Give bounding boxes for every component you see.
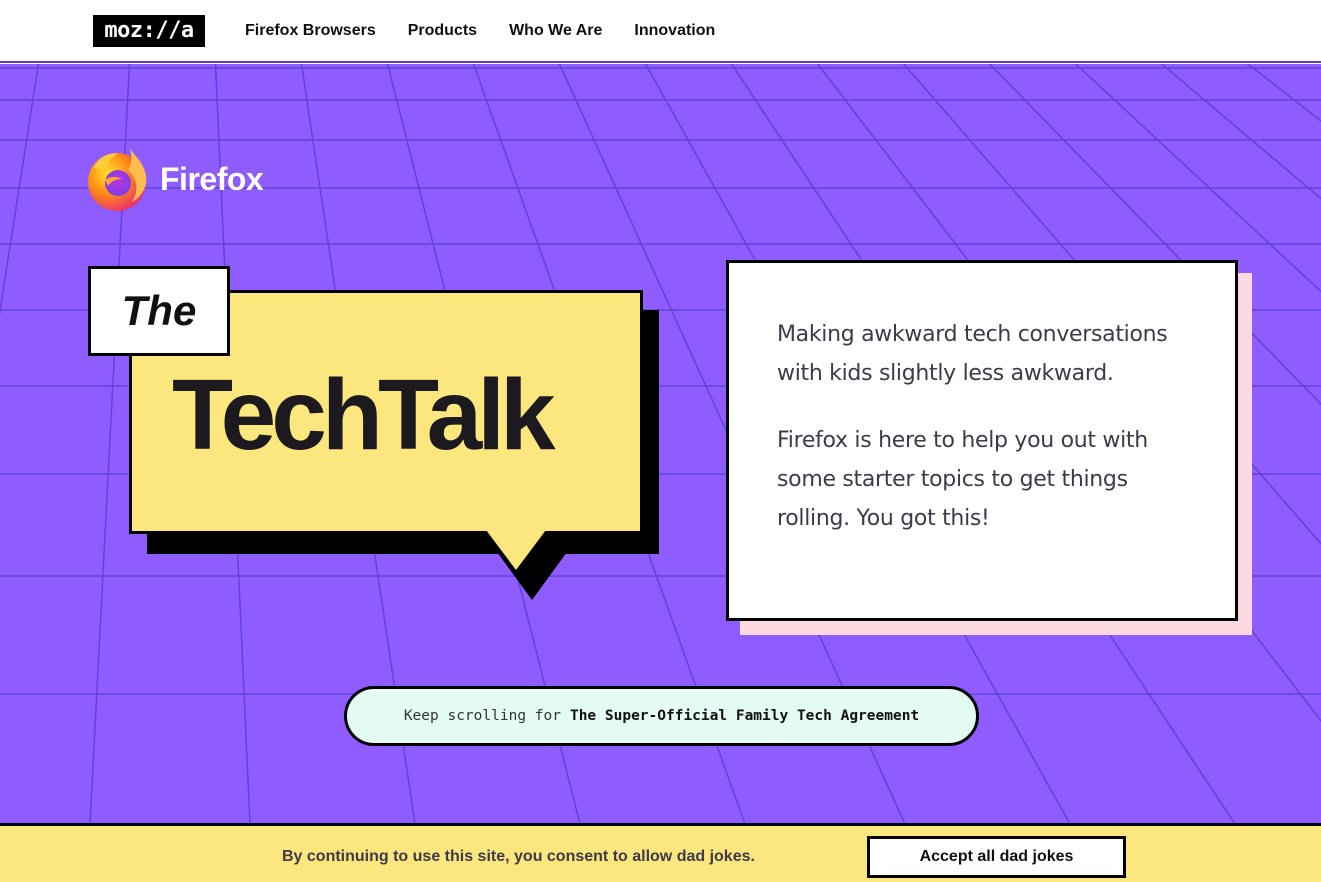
intro-card: Making awkward tech conversations with k… [726, 260, 1238, 621]
main-nav: Firefox Browsers Products Who We Are Inn… [245, 20, 715, 42]
firefox-brand[interactable]: Firefox [86, 146, 264, 212]
nav-who-we-are[interactable]: Who We Are [509, 20, 602, 42]
title-the-box: The [88, 266, 230, 356]
cookie-banner: By continuing to use this site, you cons… [0, 823, 1321, 882]
intro-paragraph-1: Making awkward tech conversations with k… [777, 322, 1168, 386]
intro-paragraph-2: Firefox is here to help you out with som… [777, 428, 1148, 531]
cookie-text: By continuing to use this site, you cons… [282, 848, 755, 865]
scroll-cta[interactable]: Keep scrolling for The Super-Official Fa… [344, 686, 979, 746]
firefox-logo-icon [88, 148, 147, 211]
nav-firefox-browsers[interactable]: Firefox Browsers [245, 20, 376, 42]
scroll-cta-target: The Super-Official Family Tech Agreement [569, 708, 920, 724]
firefox-brand-label: Firefox [160, 160, 264, 197]
title-the: The [121, 287, 197, 334]
nav-innovation[interactable]: Innovation [634, 20, 715, 42]
nav-products[interactable]: Products [408, 20, 477, 42]
bubble-tail [486, 530, 546, 570]
mozilla-logo[interactable]: moz://a [93, 15, 205, 47]
site-header: moz://a Firefox Browsers Products Who We… [0, 0, 1321, 63]
scroll-cta-prefix: Keep scrolling for [403, 708, 561, 724]
title-techtalk: TechTalk [172, 359, 556, 471]
accept-cookies-button[interactable]: Accept all dad jokes [867, 836, 1126, 878]
